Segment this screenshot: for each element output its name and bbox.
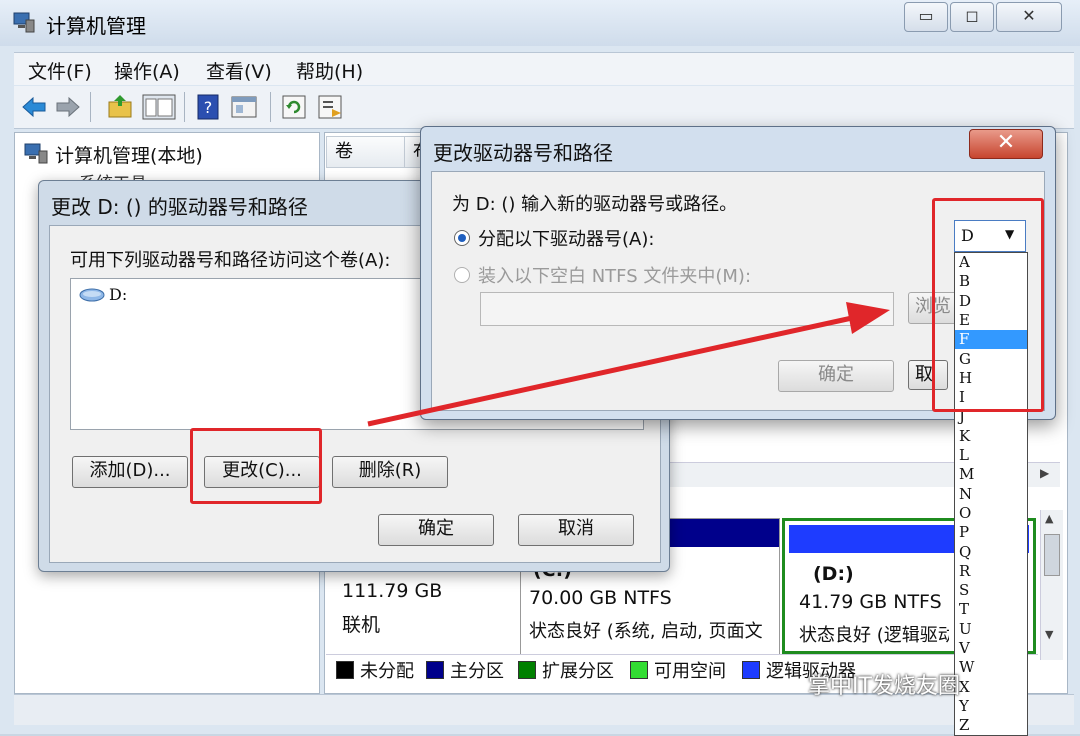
drive-letter-option[interactable]: K [955, 427, 1027, 446]
dialog-prompt: 为 D: () 输入新的驱动器号或路径。 [452, 194, 738, 215]
svg-text:?: ? [204, 98, 213, 117]
drive-letter-option[interactable]: L [955, 446, 1027, 465]
close-button[interactable]: ✕ [996, 2, 1062, 32]
drive-letter-option[interactable]: N [955, 485, 1027, 504]
toolbar-separator [270, 92, 271, 122]
ok-button[interactable]: 确定 [378, 514, 494, 546]
drive-letter-option[interactable]: Q [955, 543, 1027, 562]
partition-filesystem: 70.00 GB NTFS [529, 587, 672, 609]
list-item-label: D: [109, 285, 128, 304]
menu-bar: 文件(F) 操作(A) 查看(V) 帮助(H) [14, 52, 1074, 85]
refresh-icon[interactable] [280, 93, 308, 121]
drive-letter-option[interactable]: O [955, 504, 1027, 523]
assign-letter-label[interactable]: 分配以下驱动器号(A): [478, 225, 654, 251]
drive-letter-option[interactable]: R [955, 562, 1027, 581]
column-header-volume[interactable]: 卷 [326, 136, 406, 168]
legend-label-unallocated: 未分配 [360, 661, 414, 682]
help-icon[interactable]: ? [194, 93, 222, 121]
partition-label: (D:) [813, 563, 854, 585]
computer-management-icon [13, 12, 35, 33]
cancel-button[interactable]: 取消 [518, 514, 634, 546]
title-bar: 计算机管理 ▭ ◻ ✕ [0, 0, 1080, 46]
dialog-title: 更改 D: () 的驱动器号和路径 [51, 195, 308, 219]
legend-label-free: 可用空间 [654, 661, 726, 682]
properties-icon[interactable] [230, 93, 258, 121]
annotation-highlight-change [190, 428, 322, 504]
tree-item-computer-management[interactable]: 计算机管理(本地) [55, 141, 203, 168]
menu-help[interactable]: 帮助(H) [296, 57, 363, 84]
computer-management-icon [24, 143, 48, 164]
window-title: 计算机管理 [46, 14, 146, 38]
dialog-title: 更改驱动器号和路径 [433, 141, 613, 165]
mount-folder-radio[interactable] [454, 267, 470, 283]
menu-view[interactable]: 查看(V) [206, 57, 272, 84]
back-arrow-icon[interactable] [20, 93, 48, 121]
partition-status: 状态良好 (系统, 启动, 页面文 [529, 621, 763, 642]
vertical-scrollbar[interactable]: ▲ ▼ [1040, 510, 1063, 660]
drive-letter-option[interactable]: M [955, 465, 1027, 484]
up-folder-icon[interactable] [106, 93, 134, 121]
scroll-up-arrow-icon[interactable]: ▲ [1045, 512, 1053, 525]
legend-swatch-extended [518, 661, 536, 679]
drive-letter-option[interactable]: Z [955, 716, 1027, 735]
drive-letter-option[interactable]: S [955, 581, 1027, 600]
export-list-icon[interactable] [316, 93, 344, 121]
legend-swatch-logical [742, 661, 760, 679]
assign-letter-radio[interactable] [454, 230, 470, 246]
access-paths-label: 可用下列驱动器号和路径访问这个卷(A): [70, 250, 391, 271]
legend-swatch-free [630, 661, 648, 679]
folder-path-input[interactable] [480, 292, 894, 326]
drive-letter-option[interactable]: Y [955, 697, 1027, 716]
partition-filesystem: 41.79 GB NTFS [799, 591, 942, 613]
scroll-right-arrow-icon[interactable]: ▶ [1040, 466, 1049, 480]
maximize-button[interactable]: ◻ [950, 2, 994, 32]
show-hide-tree-icon[interactable] [142, 93, 176, 121]
watermark: 掌中IT发烧友圈 [808, 674, 960, 699]
list-item[interactable]: D: [79, 285, 127, 304]
legend-label-primary: 主分区 [450, 661, 504, 682]
forward-arrow-icon[interactable] [54, 93, 82, 121]
toolbar-separator [90, 92, 91, 122]
close-icon[interactable]: ✕ [969, 129, 1043, 159]
disk-status: 联机 [342, 614, 381, 636]
scroll-thumb[interactable] [1044, 534, 1060, 576]
mount-folder-label[interactable]: 装入以下空白 NTFS 文件夹中(M): [478, 262, 751, 288]
drive-letter-option[interactable]: X [955, 678, 1027, 697]
drive-letter-option[interactable]: T [955, 600, 1027, 619]
legend-swatch-unallocated [336, 661, 354, 679]
drive-letter-option[interactable]: P [955, 523, 1027, 542]
scroll-down-arrow-icon[interactable]: ▼ [1045, 628, 1053, 641]
legend-label-extended: 扩展分区 [542, 661, 614, 682]
drive-letter-option[interactable]: V [955, 639, 1027, 658]
annotation-highlight-dropdown [932, 198, 1044, 412]
drive-letter-option[interactable]: W [955, 658, 1027, 677]
disk-size: 111.79 GB [342, 580, 443, 602]
delete-button[interactable]: 删除(R) [332, 456, 448, 488]
menu-file[interactable]: 文件(F) [28, 57, 92, 84]
add-button[interactable]: 添加(D)... [72, 456, 188, 488]
menu-action[interactable]: 操作(A) [114, 57, 180, 84]
legend-swatch-primary [426, 661, 444, 679]
minimize-button[interactable]: ▭ [904, 2, 948, 32]
ok-button[interactable]: 确定 [778, 360, 894, 392]
toolbar: ? [14, 86, 1074, 129]
drive-icon [79, 288, 105, 301]
toolbar-separator [184, 92, 185, 122]
drive-letter-option[interactable]: U [955, 620, 1027, 639]
partition-status: 状态良好 (逻辑驱动 [799, 625, 949, 646]
